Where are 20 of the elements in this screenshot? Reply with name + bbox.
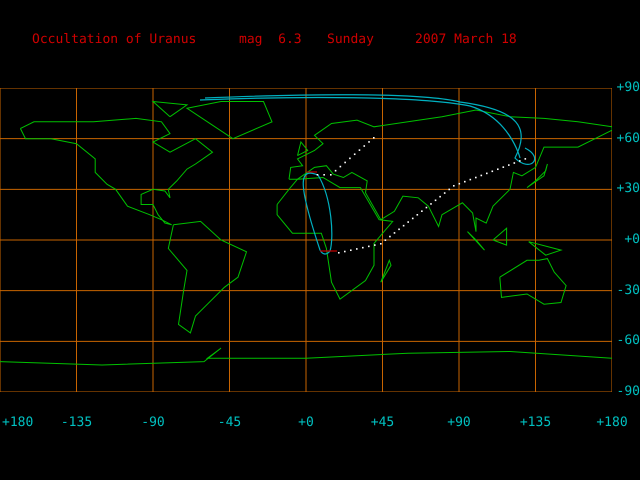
longitude-label: +135 [520, 416, 552, 430]
latitude-label: +60 [616, 132, 640, 146]
longitude-label: +45 [370, 416, 394, 430]
event-title: Occultation of Uranus [32, 32, 198, 49]
longitude-label: +180 [596, 416, 628, 430]
latitude-label: -60 [616, 334, 640, 348]
latitude-label: +0 [624, 233, 640, 247]
longitude-label: +90 [447, 416, 471, 430]
latitude-label: +90 [616, 81, 640, 95]
latitude-label: +30 [616, 182, 640, 196]
weekday-text: Sunday [327, 32, 375, 49]
latitude-label: -30 [616, 284, 640, 298]
magnitude-text: mag 6.3 [239, 32, 303, 49]
longitude-label: -45 [218, 416, 242, 430]
latitude-label: -90 [616, 385, 640, 399]
longitude-label: +0 [298, 416, 314, 430]
longitude-label: -135 [60, 416, 92, 430]
longitude-label: +180 [2, 416, 34, 430]
longitude-label: -90 [141, 416, 165, 430]
date-text: 2007 March 18 [415, 32, 517, 49]
